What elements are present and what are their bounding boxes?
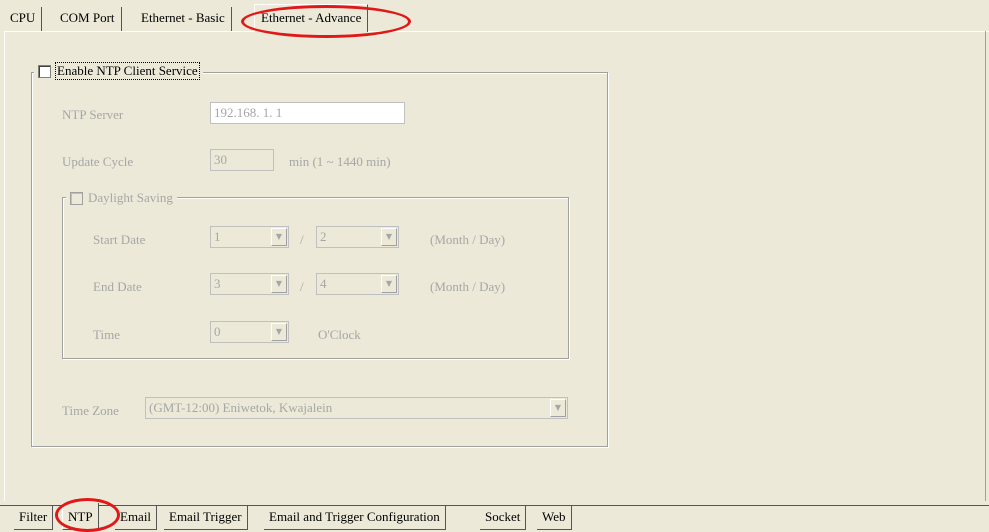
time-select[interactable]: 0 ▼ bbox=[210, 321, 289, 343]
update-cycle-unit: min (1 ~ 1440 min) bbox=[289, 154, 391, 169]
start-month-value: 1 bbox=[214, 229, 221, 244]
chevron-down-icon[interactable]: ▼ bbox=[381, 228, 397, 246]
end-day-select[interactable]: 4 ▼ bbox=[316, 273, 399, 295]
tab-ethernet-advance[interactable]: Ethernet - Advance bbox=[254, 4, 369, 32]
end-month-select[interactable]: 3 ▼ bbox=[210, 273, 289, 295]
chevron-down-icon[interactable]: ▼ bbox=[381, 275, 397, 293]
bottom-tab-strip: Filter NTP Email Email Trigger Email and… bbox=[0, 503, 989, 532]
chevron-down-icon[interactable]: ▼ bbox=[550, 399, 566, 417]
date-separator: / bbox=[300, 232, 304, 247]
tab-email-trigger-configuration[interactable]: Email and Trigger Configuration bbox=[264, 506, 446, 530]
start-month-select[interactable]: 1 ▼ bbox=[210, 226, 289, 248]
end-date-hint: (Month / Day) bbox=[430, 279, 506, 294]
ntp-server-label: NTP Server bbox=[62, 107, 124, 122]
chevron-down-icon[interactable]: ▼ bbox=[271, 275, 287, 293]
chevron-down-icon[interactable]: ▼ bbox=[271, 228, 287, 246]
tab-filter[interactable]: Filter bbox=[14, 506, 54, 530]
tab-email[interactable]: Email bbox=[115, 506, 158, 530]
tab-email-trigger[interactable]: Email Trigger bbox=[164, 506, 248, 530]
start-date-hint: (Month / Day) bbox=[430, 232, 506, 247]
tab-socket[interactable]: Socket bbox=[480, 506, 527, 530]
daylight-saving-label[interactable]: Daylight Saving bbox=[88, 190, 173, 206]
date-separator: / bbox=[300, 279, 304, 294]
update-cycle-label: Update Cycle bbox=[62, 154, 134, 169]
time-label: Time bbox=[93, 327, 120, 342]
chevron-down-icon[interactable]: ▼ bbox=[271, 323, 287, 341]
tab-com-port[interactable]: COM Port bbox=[54, 7, 122, 31]
ntp-server-input[interactable]: 192.168. 1. 1 bbox=[210, 102, 405, 124]
tab-web[interactable]: Web bbox=[537, 506, 572, 530]
update-cycle-input[interactable]: 30 bbox=[210, 149, 274, 171]
tab-page-border-left bbox=[4, 31, 5, 501]
tab-ntp[interactable]: NTP bbox=[62, 503, 99, 530]
daylight-saving-legend: Daylight Saving bbox=[66, 190, 177, 206]
enable-ntp-label[interactable]: Enable NTP Client Service bbox=[55, 62, 200, 80]
daylight-saving-checkbox[interactable] bbox=[70, 191, 83, 205]
time-zone-value: (GMT-12:00) Eniwetok, Kwajalein bbox=[149, 400, 333, 415]
tab-page-border-right bbox=[985, 31, 986, 501]
time-zone-label: Time Zone bbox=[62, 403, 119, 418]
oclock-label: O'Clock bbox=[318, 327, 361, 342]
tab-ethernet-basic[interactable]: Ethernet - Basic bbox=[135, 7, 232, 31]
top-tab-strip: CPU COM Port Ethernet - Basic Ethernet -… bbox=[0, 4, 989, 33]
end-day-value: 4 bbox=[320, 276, 327, 291]
end-date-label: End Date bbox=[93, 279, 142, 294]
start-day-select[interactable]: 2 ▼ bbox=[316, 226, 399, 248]
start-day-value: 2 bbox=[320, 229, 327, 244]
tab-page-border bbox=[4, 31, 989, 32]
time-value: 0 bbox=[214, 324, 221, 339]
time-zone-select[interactable]: (GMT-12:00) Eniwetok, Kwajalein ▼ bbox=[145, 397, 568, 419]
start-date-label: Start Date bbox=[93, 232, 146, 247]
enable-ntp-checkbox[interactable] bbox=[38, 64, 51, 78]
ntp-enable-legend: Enable NTP Client Service bbox=[34, 62, 203, 80]
tab-cpu[interactable]: CPU bbox=[4, 7, 43, 31]
end-month-value: 3 bbox=[214, 276, 221, 291]
